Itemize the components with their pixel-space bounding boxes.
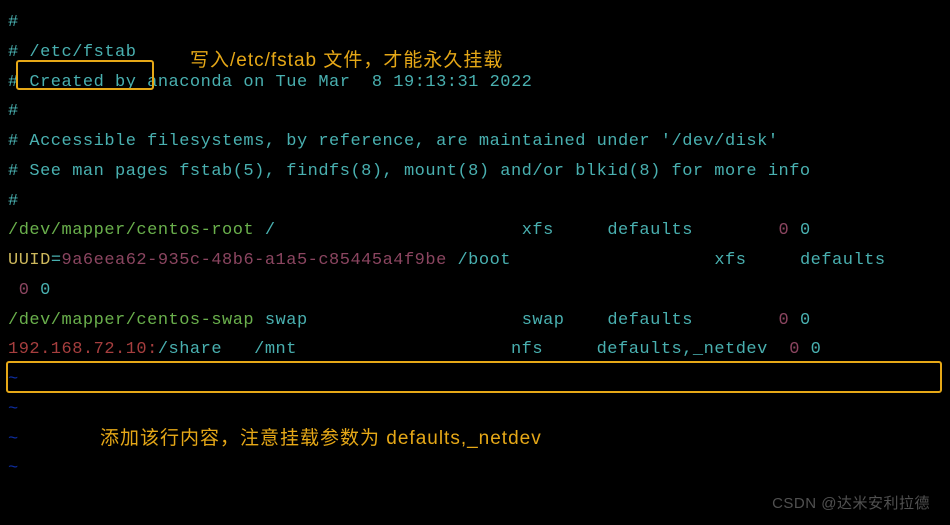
fstab-entry-boot-cont: 0 0 [8, 276, 942, 306]
vim-empty-line: ~ [8, 365, 942, 395]
comment-line: # [8, 97, 942, 127]
comment-line: # [8, 187, 942, 217]
annotation-top: 写入/etc/fstab 文件，才能永久挂载 [190, 44, 503, 77]
fstab-entry-swap: /dev/mapper/centos-swap swap swap defaul… [8, 306, 942, 336]
watermark: CSDN @达米安利拉德 [772, 491, 930, 517]
fstab-entry-root: /dev/mapper/centos-root / xfs defaults 0… [8, 216, 942, 246]
fstab-entry-nfs: 192.168.72.10:/share /mnt nfs defaults,_… [8, 335, 942, 365]
comment-manpages-line: # See man pages fstab(5), findfs(8), mou… [8, 157, 942, 187]
annotation-bottom: 添加该行内容，注意挂载参数为 defaults,_netdev [100, 422, 542, 455]
fstab-entry-boot: UUID=9a6eea62-935c-48b6-a1a5-c85445a4f9b… [8, 246, 942, 276]
vim-empty-line: ~ [8, 395, 942, 425]
vim-empty-line: ~ [8, 454, 942, 484]
comment-accessible-line: # Accessible filesystems, by reference, … [8, 127, 942, 157]
comment-line: # [8, 8, 942, 38]
